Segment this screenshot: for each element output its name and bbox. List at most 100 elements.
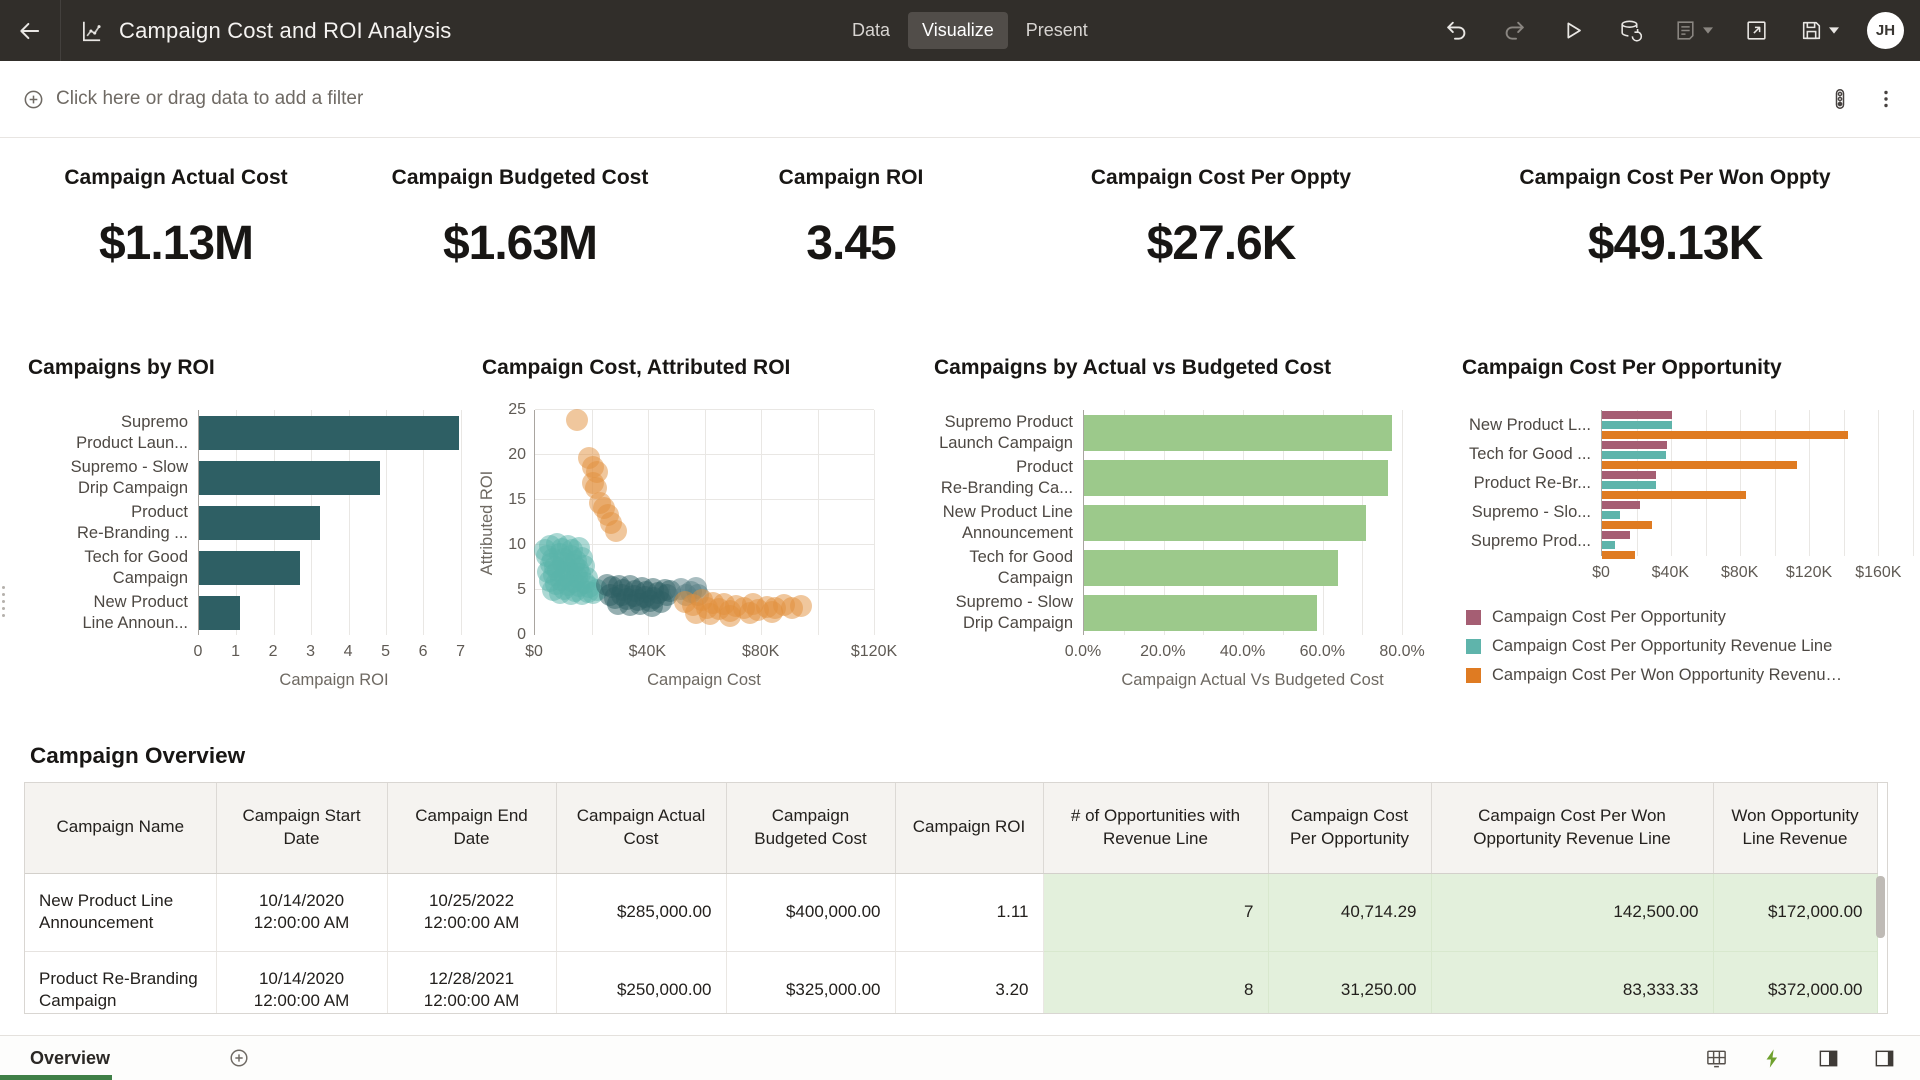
bar[interactable] xyxy=(1602,421,1672,429)
bar[interactable] xyxy=(199,506,320,540)
kpi-tile-1[interactable]: Campaign Budgeted Cost$1.63M xyxy=(360,166,680,271)
bar[interactable] xyxy=(1084,460,1388,496)
bar[interactable] xyxy=(1602,451,1666,459)
table-cell[interactable]: $250,000.00 xyxy=(556,951,726,1014)
add-filter-button[interactable]: Click here or drag data to add a filter xyxy=(22,88,363,111)
kebab-menu-icon[interactable] xyxy=(1870,83,1902,115)
column-header[interactable]: Campaign Cost Per Opportunity xyxy=(1268,783,1431,873)
scatter-point[interactable] xyxy=(566,409,588,431)
table-cell[interactable]: 83,333.33 xyxy=(1431,951,1713,1014)
legend-item[interactable]: Campaign Cost Per Won Opportunity Revenu… xyxy=(1466,666,1913,685)
chart-actual-vs-budgeted[interactable]: Campaigns by Actual vs Budgeted CostSupr… xyxy=(930,352,1422,690)
grid-view-icon[interactable] xyxy=(1700,1042,1732,1074)
dropdown-caret-icon[interactable] xyxy=(1829,27,1839,34)
bar[interactable] xyxy=(1602,501,1640,509)
y-tick-label: 20 xyxy=(508,446,526,464)
legend-item[interactable]: Campaign Cost Per Opportunity Revenue Li… xyxy=(1466,637,1913,656)
table-cell[interactable]: $172,000.00 xyxy=(1713,873,1877,951)
bar[interactable] xyxy=(199,416,459,450)
table-cell[interactable]: 10/14/2020 12:00:00 AM xyxy=(216,951,387,1014)
bar[interactable] xyxy=(1602,461,1797,469)
bar[interactable] xyxy=(1602,441,1667,449)
panel-layout-alt-icon[interactable] xyxy=(1868,1042,1900,1074)
column-header[interactable]: Campaign Start Date xyxy=(216,783,387,873)
kpi-tile-2[interactable]: Campaign ROI3.45 xyxy=(700,166,1002,271)
table-scrollbar-thumb[interactable] xyxy=(1876,876,1885,938)
bar[interactable] xyxy=(1602,541,1615,549)
bar[interactable] xyxy=(1602,551,1635,559)
filter-controls-icon[interactable] xyxy=(1824,83,1856,115)
bar[interactable] xyxy=(1084,550,1338,586)
add-canvas-icon[interactable] xyxy=(228,1047,250,1069)
kpi-tile-4[interactable]: Campaign Cost Per Won Oppty$49.13K xyxy=(1440,166,1910,271)
column-header[interactable]: Campaign ROI xyxy=(895,783,1043,873)
chart-campaigns-by-roi[interactable]: Campaigns by ROISupremo Product Laun...S… xyxy=(24,352,470,690)
bar[interactable] xyxy=(1602,491,1746,499)
bar[interactable] xyxy=(199,551,300,585)
table-cell[interactable]: 142,500.00 xyxy=(1431,873,1713,951)
scatter-point[interactable] xyxy=(605,520,627,542)
table-cell[interactable]: 1.11 xyxy=(895,873,1043,951)
table-cell[interactable]: $325,000.00 xyxy=(726,951,895,1014)
scatter-point[interactable] xyxy=(739,602,761,624)
table-cell[interactable]: $285,000.00 xyxy=(556,873,726,951)
table-cell[interactable]: 3.20 xyxy=(895,951,1043,1014)
canvas-tab-overview[interactable]: Overview xyxy=(30,1048,110,1069)
table-cell[interactable]: New Product Line Announcement xyxy=(25,873,216,951)
table-cell[interactable]: $372,000.00 xyxy=(1713,951,1877,1014)
bar-group-row xyxy=(1602,410,1913,440)
back-button[interactable] xyxy=(0,0,61,61)
table-cell[interactable]: 7 xyxy=(1043,873,1268,951)
play-icon[interactable] xyxy=(1557,16,1587,46)
save-icon[interactable] xyxy=(1799,16,1839,46)
bar[interactable] xyxy=(1602,531,1630,539)
table-cell[interactable]: 12/28/2021 12:00:00 AM xyxy=(387,951,556,1014)
scatter-point[interactable] xyxy=(790,595,812,617)
tab-visualize[interactable]: Visualize xyxy=(908,12,1008,49)
bar[interactable] xyxy=(1602,511,1620,519)
refresh-data-icon[interactable] xyxy=(1615,16,1645,46)
table-cell[interactable]: 40,714.29 xyxy=(1268,873,1431,951)
chart-cost-attributed-roi[interactable]: Campaign Cost, Attributed ROIAttributed … xyxy=(478,352,874,690)
column-header[interactable]: Won Opportunity Line Revenue xyxy=(1713,783,1877,873)
chart-cost-per-opportunity[interactable]: Campaign Cost Per OpportunityNew Product… xyxy=(1458,352,1913,685)
legend-item[interactable]: Campaign Cost Per Opportunity xyxy=(1466,608,1913,627)
bar[interactable] xyxy=(1602,411,1672,419)
table-cell[interactable]: 8 xyxy=(1043,951,1268,1014)
column-header[interactable]: Campaign Actual Cost xyxy=(556,783,726,873)
bar[interactable] xyxy=(199,461,380,495)
column-header[interactable]: Campaign Cost Per Won Opportunity Revenu… xyxy=(1431,783,1713,873)
scatter-point[interactable] xyxy=(699,603,721,625)
bar[interactable] xyxy=(1084,505,1366,541)
auto-insights-icon[interactable] xyxy=(1756,1042,1788,1074)
bar[interactable] xyxy=(1084,595,1317,631)
bar[interactable] xyxy=(1602,471,1656,479)
panel-layout-icon[interactable] xyxy=(1812,1042,1844,1074)
user-avatar[interactable]: JH xyxy=(1867,12,1904,49)
kpi-tile-0[interactable]: Campaign Actual Cost$1.13M xyxy=(24,166,328,271)
campaign-overview-table[interactable]: Campaign NameCampaign Start DateCampaign… xyxy=(24,782,1888,1014)
bar[interactable] xyxy=(1602,481,1656,489)
dropdown-caret-icon[interactable] xyxy=(1703,27,1713,34)
table-cell[interactable]: 10/14/2020 12:00:00 AM xyxy=(216,873,387,951)
table-cell[interactable]: 10/25/2022 12:00:00 AM xyxy=(387,873,556,951)
undo-icon[interactable] xyxy=(1441,16,1471,46)
scatter-point[interactable] xyxy=(719,605,741,627)
column-header[interactable]: Campaign Budgeted Cost xyxy=(726,783,895,873)
tab-present[interactable]: Present xyxy=(1012,12,1102,49)
table-cell[interactable]: 31,250.00 xyxy=(1268,951,1431,1014)
tab-data[interactable]: Data xyxy=(838,12,904,49)
table-cell[interactable]: Product Re-Branding Campaign xyxy=(25,951,216,1014)
open-window-icon[interactable] xyxy=(1741,16,1771,46)
scatter-point[interactable] xyxy=(761,601,783,623)
column-header[interactable]: # of Opportunities with Revenue Line xyxy=(1043,783,1268,873)
bar[interactable] xyxy=(1084,415,1392,451)
kpi-tile-3[interactable]: Campaign Cost Per Oppty$27.6K xyxy=(1040,166,1402,271)
bar[interactable] xyxy=(1602,521,1652,529)
bar[interactable] xyxy=(1602,431,1848,439)
canvas-drag-handle[interactable] xyxy=(2,586,7,617)
bar[interactable] xyxy=(199,596,240,630)
column-header[interactable]: Campaign End Date xyxy=(387,783,556,873)
table-cell[interactable]: $400,000.00 xyxy=(726,873,895,951)
column-header[interactable]: Campaign Name xyxy=(25,783,216,873)
